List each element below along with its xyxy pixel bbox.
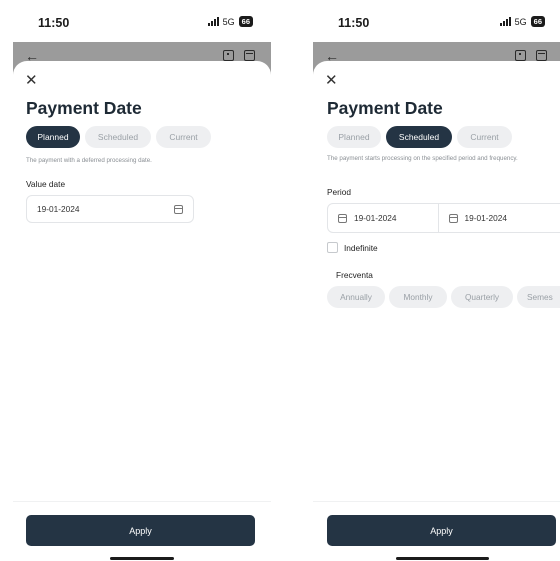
period-end-text: 19-01-2024 <box>464 213 507 223</box>
tab-current[interactable]: Current <box>156 126 211 148</box>
tab-scheduled[interactable]: Scheduled <box>386 126 452 148</box>
period-end-field[interactable]: 19-01-2024 <box>438 203 560 233</box>
apply-button[interactable]: Apply <box>26 515 255 546</box>
value-date-label: Value date <box>26 179 66 189</box>
status-icons: 5G 66 <box>207 16 253 27</box>
signal-icon <box>499 17 511 26</box>
close-icon[interactable]: ✕ <box>25 73 38 88</box>
status-bar: 11:50 5G 66 <box>13 0 271 42</box>
frequency-chips: Annually Monthly Quarterly Semes <box>327 286 560 308</box>
network-label: 5G <box>222 16 235 27</box>
status-time: 11:50 <box>338 16 370 30</box>
chip-quarterly[interactable]: Quarterly <box>451 286 513 308</box>
battery-icon: 66 <box>530 16 545 27</box>
calendar-icon <box>338 213 347 223</box>
footer-divider <box>13 501 271 502</box>
value-date-text: 19-01-2024 <box>37 204 80 214</box>
footer-divider <box>313 501 560 502</box>
period-range: 19-01-2024 19-01-2024 <box>327 203 560 233</box>
chip-monthly[interactable]: Monthly <box>389 286 447 308</box>
apply-button[interactable]: Apply <box>327 515 556 546</box>
add-icon[interactable] <box>223 50 234 61</box>
frequency-label: Frecventa <box>336 270 373 280</box>
add-icon[interactable] <box>515 50 526 61</box>
tab-planned[interactable]: Planned <box>26 126 80 148</box>
payment-date-sheet: ✕ Payment Date Planned Scheduled Current… <box>13 61 271 561</box>
appbar-actions <box>515 50 547 61</box>
calendar-icon[interactable] <box>244 50 255 61</box>
phone-scheduled: 11:50 5G 66 ← ✕ Payment Date Planned Sch… <box>313 0 560 561</box>
phone-planned: 11:50 5G 66 ← ✕ Payment Date Planned Sch… <box>13 0 271 561</box>
home-indicator <box>396 557 489 560</box>
period-start-text: 19-01-2024 <box>354 213 397 223</box>
comparison-stage: 11:50 5G 66 ← ✕ Payment Date Planned Sch… <box>0 0 560 561</box>
period-start-field[interactable]: 19-01-2024 <box>327 203 439 233</box>
indefinite-label: Indefinite <box>344 242 378 253</box>
close-icon[interactable]: ✕ <box>325 73 338 88</box>
status-icons: 5G 66 <box>499 16 545 27</box>
status-bar: 11:50 5G 66 <box>313 0 560 42</box>
calendar-icon[interactable] <box>536 50 547 61</box>
payment-type-tabs: Planned Scheduled Current <box>26 126 211 148</box>
sheet-title: Payment Date <box>26 98 142 118</box>
home-indicator <box>110 557 174 560</box>
status-time: 11:50 <box>38 16 70 30</box>
period-label: Period <box>327 187 351 197</box>
network-label: 5G <box>514 16 527 27</box>
indefinite-checkbox-row[interactable]: Indefinite <box>327 242 378 253</box>
battery-icon: 66 <box>238 16 253 27</box>
tab-current[interactable]: Current <box>457 126 512 148</box>
appbar-actions <box>223 50 255 61</box>
tab-description: The payment with a deferred processing d… <box>26 157 152 164</box>
chip-semester[interactable]: Semes <box>517 286 560 308</box>
payment-type-tabs: Planned Scheduled Current <box>327 126 512 148</box>
tab-scheduled[interactable]: Scheduled <box>85 126 151 148</box>
sheet-title: Payment Date <box>327 98 443 118</box>
calendar-icon[interactable] <box>174 205 183 214</box>
tab-planned[interactable]: Planned <box>327 126 381 148</box>
signal-icon <box>207 17 219 26</box>
payment-date-sheet: ✕ Payment Date Planned Scheduled Current… <box>313 61 560 561</box>
indefinite-checkbox[interactable] <box>327 242 338 253</box>
calendar-icon <box>448 213 458 223</box>
value-date-field[interactable]: 19-01-2024 <box>26 195 194 223</box>
chip-annually[interactable]: Annually <box>327 286 385 308</box>
tab-description: The payment starts processing on the spe… <box>327 155 518 162</box>
